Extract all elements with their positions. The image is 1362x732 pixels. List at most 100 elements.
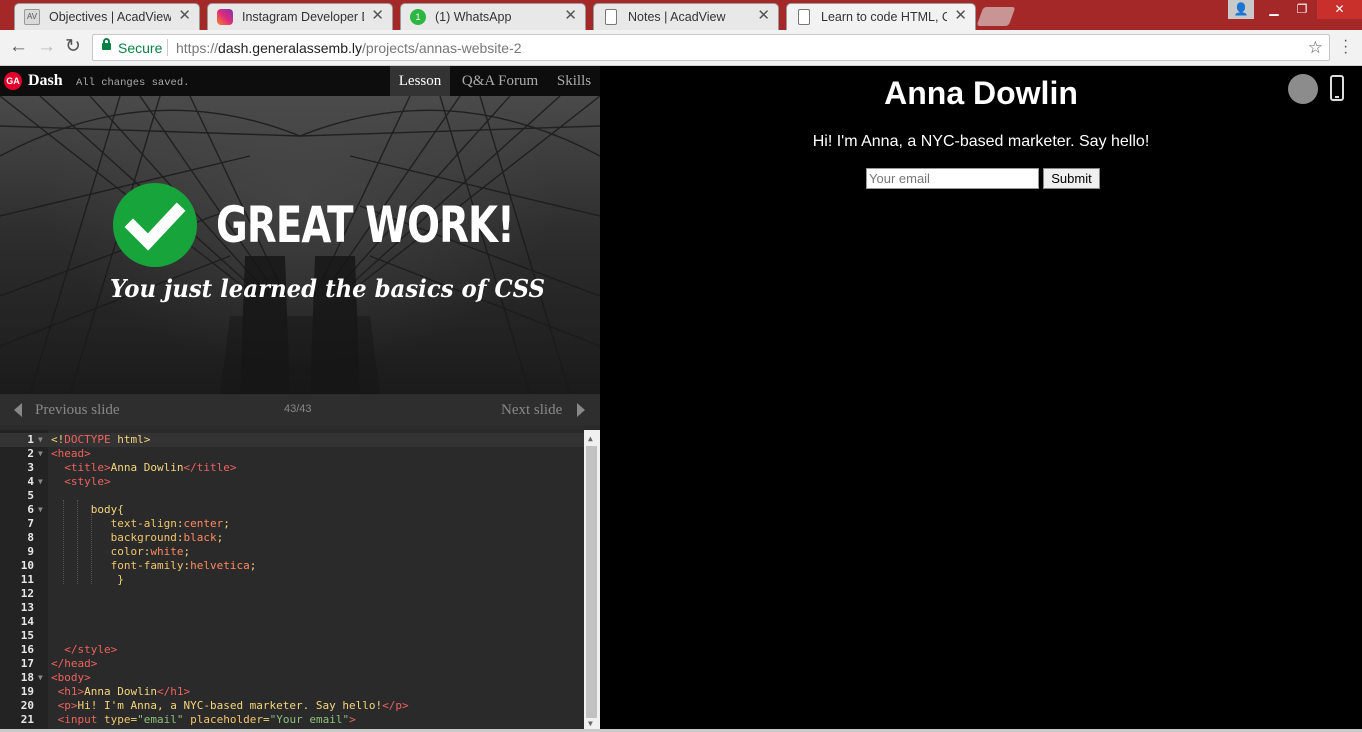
browser-tab-notes[interactable]: Notes | AcadView ✕: [593, 3, 779, 30]
fold-arrow-icon[interactable]: ▼: [38, 433, 43, 447]
whatsapp-icon: 1: [410, 9, 426, 25]
line-number: 18: [20, 671, 34, 684]
code-text: <input type="email" placeholder="Your em…: [51, 713, 356, 727]
next-slide-button[interactable]: Next slide: [501, 402, 562, 419]
lesson-slide: GREAT WORK! You just learned the basics …: [0, 96, 600, 394]
line-number: 1: [27, 433, 34, 446]
indent-guide: [91, 514, 93, 584]
scroll-down-icon[interactable]: ▼: [588, 719, 593, 728]
previous-arrow-icon[interactable]: [14, 403, 22, 417]
code-line[interactable]: 18 ▼ <body>: [0, 671, 584, 685]
code-token: </head>: [51, 657, 98, 670]
fold-arrow-icon[interactable]: ▼: [38, 671, 43, 685]
acadview-icon: AV: [24, 9, 40, 25]
instagram-icon: [217, 9, 233, 25]
fold-arrow-icon[interactable]: ▼: [38, 475, 43, 489]
maximize-icon[interactable]: ❐: [1289, 0, 1315, 19]
bookmark-star-icon[interactable]: ☆: [1308, 38, 1323, 58]
back-icon[interactable]: ←: [9, 36, 28, 58]
code-line[interactable]: 17 </head>: [0, 657, 584, 671]
line-number: 11: [20, 573, 34, 586]
profile-icon[interactable]: 👤: [1228, 0, 1254, 19]
code-line[interactable]: 1 ▼ <!DOCTYPE html>: [0, 433, 584, 447]
mobile-view-icon[interactable]: [1330, 75, 1344, 101]
code-token: white: [150, 545, 184, 558]
line-number: 10: [20, 559, 34, 572]
url-host: dash.generalassemb.ly: [218, 40, 363, 56]
minimize-icon[interactable]: ▁: [1261, 0, 1287, 19]
code-line[interactable]: 21 <input type="email" placeholder="Your…: [0, 713, 584, 727]
code-text: color:white;: [51, 545, 191, 559]
code-token: html>: [110, 433, 151, 446]
code-token: body{: [51, 503, 124, 516]
line-number: 8: [27, 531, 34, 544]
ga-logo-icon[interactable]: GA: [4, 72, 22, 90]
reload-icon[interactable]: ↻: [65, 36, 81, 58]
code-text: <style>: [51, 475, 110, 489]
code-line[interactable]: 9 color:white;: [0, 545, 584, 559]
code-line[interactable]: 2 ▼ <head>: [0, 447, 584, 461]
scroll-up-icon[interactable]: ▲: [588, 434, 593, 443]
code-token: <title>: [64, 461, 111, 474]
code-line[interactable]: 3 <title>Anna Dowlin</title>: [0, 461, 584, 475]
code-line[interactable]: 20 <p>Hi! I'm Anna, a NYC-based marketer…: [0, 699, 584, 713]
email-input[interactable]: [866, 168, 1039, 189]
code-line[interactable]: 5: [0, 489, 584, 503]
previous-slide-button[interactable]: Previous slide: [35, 402, 120, 419]
code-token: placeholder: [190, 713, 263, 726]
close-tab-icon[interactable]: ✕: [757, 8, 770, 24]
close-tab-icon[interactable]: ✕: [954, 8, 967, 24]
scrollbar-thumb[interactable]: [586, 446, 597, 718]
code-line[interactable]: 12: [0, 587, 584, 601]
browser-tab-objectives[interactable]: AV Objectives | AcadView ✕: [14, 3, 200, 30]
forward-icon[interactable]: →: [37, 36, 56, 58]
tab-lesson[interactable]: Lesson: [390, 66, 450, 96]
close-tab-icon[interactable]: ✕: [178, 8, 191, 24]
code-line[interactable]: 15: [0, 629, 584, 643]
new-tab-button[interactable]: [976, 7, 1016, 26]
code-token: color: [110, 545, 144, 558]
code-line[interactable]: 19 <h1>Anna Dowlin</h1>: [0, 685, 584, 699]
fold-arrow-icon[interactable]: ▼: [38, 503, 43, 517]
browser-tab-instagram[interactable]: Instagram Developer Do ✕: [207, 3, 393, 30]
code-line[interactable]: 11 }: [0, 573, 584, 587]
code-token: <input: [57, 713, 98, 726]
line-number: 15: [20, 629, 34, 642]
close-tab-icon[interactable]: ✕: [564, 8, 577, 24]
code-editor[interactable]: 1 ▼ <!DOCTYPE html> 2 ▼ <head> 3 <title>Anna D…: [0, 430, 600, 732]
next-arrow-icon[interactable]: [577, 403, 585, 417]
browser-tab-whatsapp[interactable]: 1 (1) WhatsApp ✕: [400, 3, 586, 30]
code-line[interactable]: 4 ▼ <style>: [0, 475, 584, 489]
line-number: 9: [27, 545, 34, 558]
code-token: Hi! I'm Anna, a NYC-based marketer. Say …: [77, 699, 383, 712]
url-text[interactable]: https://dash.generalassemb.ly/projects/a…: [176, 40, 522, 56]
desktop-view-icon[interactable]: [1288, 74, 1318, 104]
browser-tab-learn-to-code[interactable]: Learn to code HTML, CSS ✕: [786, 3, 976, 31]
code-line[interactable]: 10 font-family:helvetica;: [0, 559, 584, 573]
code-line[interactable]: 8 background:black;: [0, 531, 584, 545]
browser-menu-icon[interactable]: · · ·: [1343, 33, 1348, 61]
code-text: <!DOCTYPE html>: [51, 433, 150, 447]
submit-button[interactable]: Submit: [1043, 168, 1100, 189]
code-line[interactable]: 7 text-align:center;: [0, 517, 584, 531]
code-line[interactable]: 16 </style>: [0, 643, 584, 657]
code-token: type: [104, 713, 131, 726]
line-number: 12: [20, 587, 34, 600]
fold-arrow-icon[interactable]: ▼: [38, 447, 43, 461]
code-line[interactable]: 14: [0, 615, 584, 629]
code-token: </title>: [183, 461, 237, 474]
close-tab-icon[interactable]: ✕: [371, 8, 384, 24]
code-line[interactable]: 6 ▼ body{: [0, 503, 584, 517]
code-line[interactable]: 13: [0, 601, 584, 615]
address-bar[interactable]: Secure https://dash.generalassemb.ly/pro…: [92, 34, 1330, 61]
indent-guide: [77, 500, 79, 584]
website-preview: Anna Dowlin Hi! I'm Anna, a NYC-based ma…: [600, 66, 1362, 732]
tab-skills[interactable]: Skills: [552, 66, 596, 96]
tab-qa-forum[interactable]: Q&A Forum: [456, 66, 544, 96]
close-window-icon[interactable]: ✕: [1317, 0, 1362, 19]
url-separator: [167, 39, 168, 56]
